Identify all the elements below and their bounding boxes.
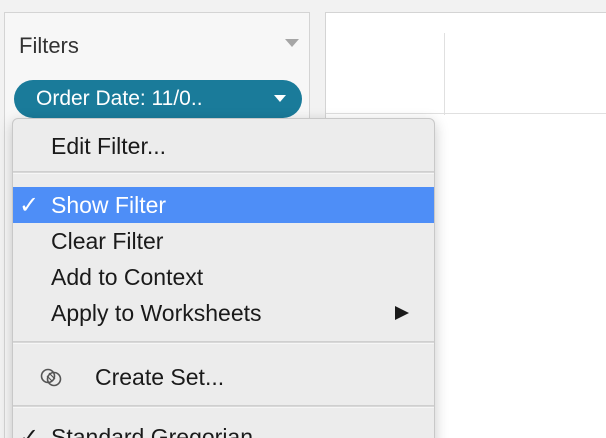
menu-item-standard-gregorian[interactable]: ✓ Standard Gregorian xyxy=(13,419,434,438)
canvas-gridline-vertical xyxy=(444,33,445,115)
menu-item-clear-filter[interactable]: Clear Filter xyxy=(13,223,434,259)
filters-shelf-menu-icon[interactable] xyxy=(285,39,299,47)
menu-item-edit-filter[interactable]: Edit Filter... xyxy=(13,128,434,164)
menu-separator xyxy=(13,341,434,344)
canvas-gridline-horizontal xyxy=(326,113,606,114)
filters-shelf-title: Filters xyxy=(19,33,79,58)
menu-item-label: Show Filter xyxy=(51,192,167,218)
checkmark-icon: ✓ xyxy=(19,191,40,219)
menu-item-show-filter[interactable]: ✓ Show Filter xyxy=(13,187,434,223)
menu-item-create-set[interactable]: Create Set... xyxy=(13,359,434,395)
menu-item-label: Standard Gregorian xyxy=(51,424,254,438)
menu-separator xyxy=(13,405,434,408)
submenu-arrow-icon xyxy=(395,306,409,320)
menu-item-add-to-context[interactable]: Add to Context xyxy=(13,259,434,295)
menu-item-label: Add to Context xyxy=(51,264,204,290)
menu-item-label: Apply to Worksheets xyxy=(51,300,262,326)
venn-set-icon xyxy=(40,368,62,387)
order-date-filter-pill[interactable]: Order Date: 11/0.. xyxy=(14,80,302,118)
filter-pill-label: Order Date: 11/0.. xyxy=(36,87,203,110)
checkmark-icon: ✓ xyxy=(19,423,40,438)
filter-context-menu: Edit Filter... ✓ Show Filter Clear Filte… xyxy=(12,118,435,438)
menu-separator xyxy=(13,171,434,174)
menu-item-label: Clear Filter xyxy=(51,228,164,254)
chevron-down-icon[interactable] xyxy=(274,95,286,102)
menu-item-apply-to-worksheets[interactable]: Apply to Worksheets xyxy=(13,295,434,331)
menu-item-label: Create Set... xyxy=(95,364,225,390)
tableau-workspace: Filters Order Date: 11/0.. Edit Filter..… xyxy=(0,0,606,438)
menu-item-label: Edit Filter... xyxy=(51,133,167,159)
